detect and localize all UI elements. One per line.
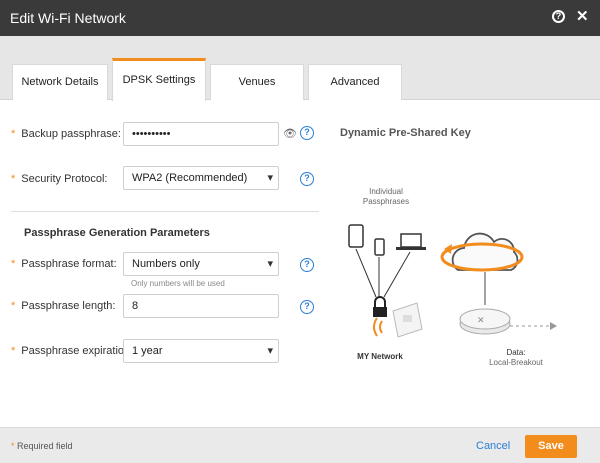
tab-advanced[interactable]: Advanced bbox=[308, 64, 402, 100]
dpsk-settings-panel: * Backup passphrase: •••••••••• 👁 ? * Secu… bbox=[0, 101, 600, 427]
laptop-icon bbox=[396, 233, 426, 250]
security-protocol-select[interactable]: WPA2 (Recommended) bbox=[123, 166, 279, 190]
passphrase-expiration-select[interactable]: 1 year bbox=[123, 339, 279, 363]
passphrase-format-hint: Only numbers will be used bbox=[131, 279, 225, 288]
arrow-icon bbox=[550, 322, 557, 330]
diagram-graphic: ✕ bbox=[348, 224, 557, 338]
close-icon[interactable]: ✕ bbox=[576, 7, 589, 25]
save-button[interactable]: Save bbox=[525, 435, 577, 458]
passphrase-format-label: * Passphrase format: bbox=[11, 258, 117, 270]
my-network-label: MY Network bbox=[357, 352, 403, 361]
data-local-breakout-label: Data: Local-Breakout bbox=[489, 348, 543, 367]
dialog-footer: * Required field Cancel Save bbox=[0, 427, 600, 463]
section-divider bbox=[11, 211, 319, 212]
backup-passphrase-help-icon[interactable]: ? bbox=[300, 126, 314, 140]
dialog-title: Edit Wi-Fi Network bbox=[10, 10, 126, 26]
access-point-icon bbox=[392, 302, 423, 338]
tab-network-details[interactable]: Network Details bbox=[12, 64, 108, 100]
show-password-icon[interactable]: 👁 bbox=[283, 127, 297, 140]
svg-text:✕: ✕ bbox=[477, 315, 485, 325]
tablet-icon bbox=[348, 224, 364, 248]
passphrase-expiration-label: * Passphrase expiration: bbox=[11, 345, 134, 357]
backup-passphrase-label: * Backup passphrase: bbox=[11, 128, 121, 140]
cancel-button[interactable]: Cancel bbox=[476, 440, 510, 452]
passphrase-format-select[interactable]: Numbers only bbox=[123, 252, 279, 276]
help-icon[interactable]: ? bbox=[552, 10, 565, 23]
passphrase-length-input[interactable]: 8 bbox=[123, 294, 279, 318]
tab-venues[interactable]: Venues bbox=[210, 64, 304, 100]
required-field-note: * Required field bbox=[11, 441, 73, 451]
tab-dpsk-settings[interactable]: DPSK Settings bbox=[112, 58, 206, 101]
passphrase-length-help-icon[interactable]: ? bbox=[300, 300, 314, 314]
wifi-signal-icon bbox=[373, 317, 383, 337]
phone-icon bbox=[374, 238, 385, 256]
diagram-title: Dynamic Pre-Shared Key bbox=[340, 127, 471, 139]
passphrase-generation-title: Passphrase Generation Parameters bbox=[24, 227, 210, 239]
dpsk-diagram: Dynamic Pre-Shared Key Individual Passphr… bbox=[330, 101, 600, 427]
passphrase-format-help-icon[interactable]: ? bbox=[300, 258, 314, 272]
lock-icon bbox=[373, 296, 387, 317]
tab-strip: Network Details DPSK Settings Venues Adv… bbox=[0, 36, 600, 101]
security-protocol-label: * Security Protocol: bbox=[11, 173, 108, 185]
security-protocol-help-icon[interactable]: ? bbox=[300, 172, 314, 186]
cloud-icon bbox=[440, 232, 524, 272]
backup-passphrase-input[interactable]: •••••••••• bbox=[123, 122, 279, 146]
router-icon: ✕ bbox=[459, 308, 511, 335]
passphrase-length-label: * Passphrase length: bbox=[11, 300, 116, 312]
dialog-titlebar: Edit Wi-Fi Network ? ✕ bbox=[0, 0, 600, 36]
